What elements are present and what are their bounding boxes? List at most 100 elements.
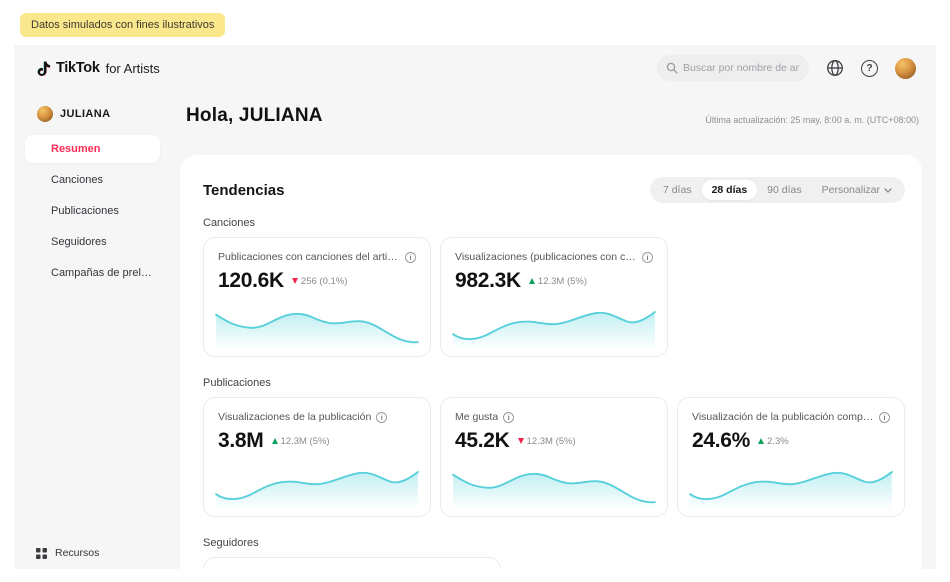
metric-label: Visualizaciones de la publicación	[218, 411, 371, 423]
metric-label-row: Publicaciones con canciones del artista i	[218, 251, 416, 263]
sparkline-chart	[212, 460, 422, 510]
chevron-down-icon	[884, 188, 892, 193]
metric-label: Visualizaciones (publicaciones con canci…	[455, 251, 637, 263]
metric-value-row: 45.2K 12.3M (5%)	[455, 429, 653, 453]
info-icon[interactable]: i	[503, 412, 514, 423]
tab-28-dias[interactable]: 28 días	[702, 180, 758, 200]
sparkline-chart	[449, 300, 659, 350]
sidebar-item-campanas-de-prelanz[interactable]: Campañas de prelanz...	[25, 259, 160, 287]
tiktok-note-icon	[36, 60, 51, 77]
panel-title: Tendencias	[203, 182, 284, 199]
app-header: TikTok for Artists ?	[14, 45, 936, 91]
sidebar-item-label: Canciones	[51, 174, 103, 186]
sidebar-item-label: Seguidores	[51, 236, 107, 248]
tab-90-dias[interactable]: 90 días	[757, 180, 811, 200]
sidebar-item-recursos[interactable]: Recursos	[14, 547, 99, 559]
sidebar-item-label: Campañas de prelanz...	[51, 267, 160, 279]
info-icon[interactable]: i	[879, 412, 890, 423]
tab-label: 90 días	[767, 184, 801, 196]
sparkline-chart	[449, 460, 659, 510]
metric-card-visualizacion-de-la-publicacion-completa: Visualización de la publicación completa…	[677, 397, 905, 517]
metric-label-row: Visualizaciones de la publicación i	[218, 411, 416, 423]
tab-label: 28 días	[712, 184, 748, 196]
arrow-down-icon	[518, 438, 524, 444]
metric-sections: Canciones Publicaciones con canciones del…	[203, 217, 905, 569]
metric-label: Me gusta	[455, 411, 498, 423]
logo-text-primary: TikTok	[56, 60, 100, 76]
grid-icon	[36, 548, 47, 559]
info-icon[interactable]: i	[642, 252, 653, 263]
help-glyph: ?	[866, 63, 872, 74]
language-globe-icon[interactable]	[826, 59, 844, 77]
artist-selector[interactable]: JULIANA	[14, 91, 180, 122]
metric-card-publicaciones-con-canciones-del-artista: Publicaciones con canciones del artista i…	[203, 237, 431, 357]
resources-label: Recursos	[55, 547, 99, 559]
sidebar-item-canciones[interactable]: Canciones	[25, 166, 160, 194]
tiktok-logo: TikTok for Artists	[36, 60, 160, 77]
metric-delta: 2.3%	[758, 436, 789, 447]
arrow-up-icon	[272, 438, 278, 444]
date-range-tabs: 7 días 28 días 90 días Personalizar	[650, 177, 905, 203]
sidebar: JULIANA Resumen Canciones Publicaciones Seg…	[14, 91, 180, 569]
logo-text-secondary: for Artists	[106, 61, 160, 76]
arrow-up-icon	[529, 278, 535, 284]
tab-personalizar[interactable]: Personalizar	[812, 180, 902, 200]
metric-delta: 12.3M (5%)	[518, 436, 576, 447]
metric-delta: 12.3M (5%)	[529, 276, 587, 287]
search-box	[657, 55, 809, 81]
tab-label: Personalizar	[822, 184, 880, 196]
metric-value: 45.2K	[455, 429, 510, 453]
metric-card-partial	[203, 557, 501, 569]
sidebar-item-publicaciones[interactable]: Publicaciones	[25, 197, 160, 225]
sparkline-chart	[686, 460, 896, 510]
metric-value-row: 120.6K 256 (0.1%)	[218, 269, 416, 293]
metric-value: 982.3K	[455, 269, 521, 293]
metric-delta-text: 12.3M (5%)	[527, 436, 576, 447]
artist-avatar	[37, 106, 53, 122]
metric-delta-text: 12.3M (5%)	[281, 436, 330, 447]
sidebar-item-seguidores[interactable]: Seguidores	[25, 228, 160, 256]
metric-delta-text: 12.3M (5%)	[538, 276, 587, 287]
cards-row	[203, 557, 905, 569]
search-input[interactable]	[657, 55, 809, 81]
metric-delta: 256 (0.1%)	[292, 276, 347, 287]
metric-label-row: Me gusta i	[455, 411, 653, 423]
sidebar-item-label: Resumen	[51, 143, 101, 155]
metric-value-row: 24.6% 2.3%	[692, 429, 890, 453]
page-title: Hola, JULIANA	[186, 105, 323, 127]
metric-value-row: 3.8M 12.3M (5%)	[218, 429, 416, 453]
metric-value: 24.6%	[692, 429, 750, 453]
metric-card-visualizaciones-publicaciones-con-cancio: Visualizaciones (publicaciones con canci…	[440, 237, 668, 357]
metric-delta-text: 2.3%	[767, 436, 789, 447]
metric-label: Publicaciones con canciones del artista	[218, 251, 400, 263]
banner-label: Datos simulados con fines ilustrativos	[31, 19, 214, 31]
tab-label: 7 días	[663, 184, 692, 196]
section-label-canciones: Canciones	[203, 217, 905, 229]
tendencias-panel: Tendencias 7 días 28 días 90 días Personali…	[180, 155, 922, 569]
metric-label-row: Visualizaciones (publicaciones con canci…	[455, 251, 653, 263]
sidebar-item-resumen[interactable]: Resumen	[25, 135, 160, 163]
app-window: TikTok for Artists ?	[14, 45, 936, 569]
arrow-up-icon	[758, 438, 764, 444]
help-icon[interactable]: ?	[861, 60, 878, 77]
metric-label-row: Visualización de la publicación completa…	[692, 411, 890, 423]
metric-delta: 12.3M (5%)	[272, 436, 330, 447]
metric-card-visualizaciones-de-la-publicacion: Visualizaciones de la publicación i 3.8M 12…	[203, 397, 431, 517]
metric-value: 120.6K	[218, 269, 284, 293]
metric-value-row: 982.3K 12.3M (5%)	[455, 269, 653, 293]
section-label-seguidores: Seguidores	[203, 537, 905, 549]
info-icon[interactable]: i	[376, 412, 387, 423]
artist-name: JULIANA	[60, 108, 110, 120]
metric-value: 3.8M	[218, 429, 264, 453]
user-avatar[interactable]	[895, 58, 916, 79]
cards-row: Visualizaciones de la publicación i 3.8M 12…	[203, 397, 905, 517]
metric-card-me-gusta: Me gusta i 45.2K 12.3M (5%)	[440, 397, 668, 517]
panel-header: Tendencias 7 días 28 días 90 días Personali…	[203, 177, 905, 203]
metric-delta-text: 256 (0.1%)	[301, 276, 347, 287]
sparkline-chart	[212, 300, 422, 350]
metric-label: Visualización de la publicación completa	[692, 411, 874, 423]
info-icon[interactable]: i	[405, 252, 416, 263]
tab-7-dias[interactable]: 7 días	[653, 180, 702, 200]
sidebar-item-label: Publicaciones	[51, 205, 119, 217]
search-icon	[666, 62, 678, 74]
